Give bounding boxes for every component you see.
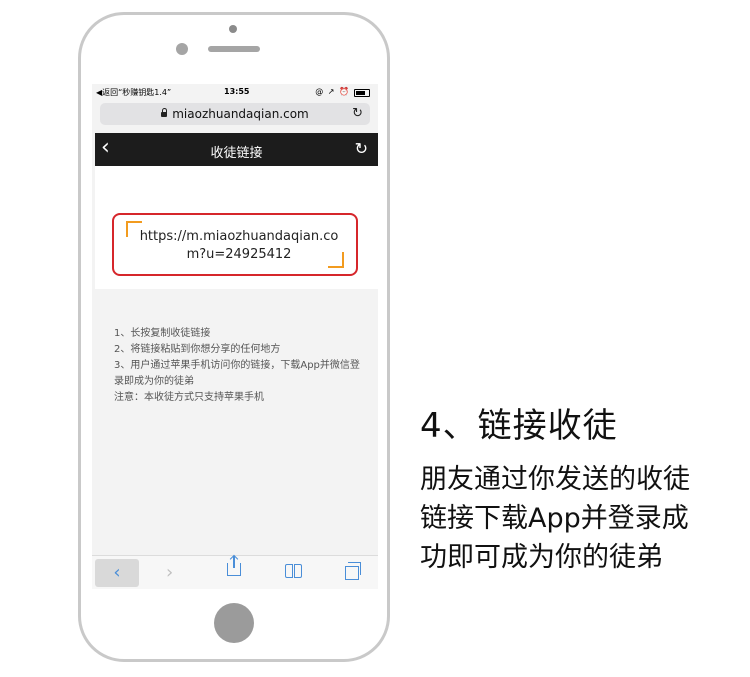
instruction-item: 3、用户通过苹果手机访问你的链接，下载App并微信登录即成为你的徒弟 — [114, 360, 360, 387]
step-desc-line: 朋友通过你发送的收徒 — [420, 464, 690, 495]
refresh-icon[interactable]: ↻ — [355, 139, 368, 158]
reload-icon[interactable]: ↻ — [352, 106, 363, 121]
proximity-sensor — [229, 25, 237, 33]
page-header: ‹ 收徒链接 ↻ — [95, 133, 378, 166]
return-to-app-link[interactable]: ◀返回“秒赚钥匙1.4” — [96, 87, 171, 98]
home-button[interactable] — [214, 603, 254, 643]
front-camera — [176, 43, 188, 55]
tabs-icon[interactable] — [345, 562, 361, 580]
instruction-note: 注意：本收徒方式只支持苹果手机 — [114, 392, 264, 403]
phone-screen: ◀返回“秒赚钥匙1.4” 13:55 @ ↗ ⏰ miaozhuandaqian… — [92, 84, 378, 589]
link-section: https://m.miaozhuandaqian.com?u=24925412 — [95, 166, 378, 289]
step-desc-line: 功即可成为你的徒弟 — [420, 542, 663, 573]
status-bar: ◀返回“秒赚钥匙1.4” 13:55 @ ↗ ⏰ — [92, 84, 378, 100]
browser-toolbar: ‹ › — [92, 555, 378, 589]
step-title: 4、链接收徒 — [420, 406, 618, 446]
invite-link-box[interactable]: https://m.miaozhuandaqian.com?u=24925412 — [112, 213, 358, 276]
page-title: 收徒链接 — [210, 146, 263, 161]
status-icons: @ ↗ ⏰ — [315, 87, 350, 96]
lock-icon — [161, 108, 168, 117]
invite-link-text[interactable]: https://m.miaozhuandaqian.com?u=24925412 — [132, 228, 346, 264]
battery-icon — [354, 89, 370, 97]
instructions-list: 1、长按复制收徒链接 2、将链接粘贴到你想分享的任何地方 3、用户通过苹果手机访… — [114, 326, 364, 406]
instruction-item: 1、长按复制收徒链接 — [114, 328, 211, 339]
url-display: miaozhuandaqian.com — [100, 107, 370, 121]
status-time: 13:55 — [224, 87, 250, 96]
step-description: 朋友通过你发送的收徒 链接下载App并登录成 功即可成为你的徒弟 — [420, 460, 740, 577]
share-icon[interactable] — [227, 556, 241, 576]
toolbar-forward-icon[interactable]: › — [166, 562, 173, 583]
step-desc-line: 链接下载App并登录成 — [420, 503, 689, 534]
bookmarks-icon[interactable] — [285, 564, 303, 578]
earpiece-speaker — [208, 46, 260, 52]
instruction-item: 2、将链接粘贴到你想分享的任何地方 — [114, 344, 281, 355]
toolbar-back-icon[interactable]: ‹ — [95, 559, 139, 587]
address-bar[interactable]: miaozhuandaqian.com ↻ — [100, 103, 370, 125]
url-text: miaozhuandaqian.com — [172, 107, 309, 121]
